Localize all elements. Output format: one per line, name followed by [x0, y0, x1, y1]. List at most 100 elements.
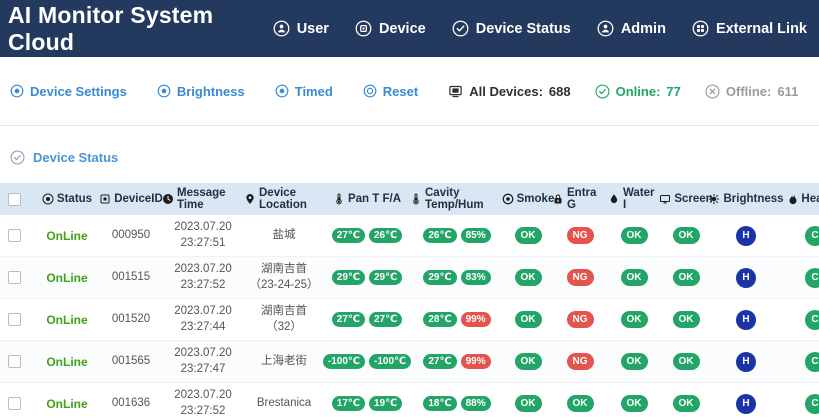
- square-icon: [99, 193, 111, 205]
- admin-icon: [597, 20, 614, 37]
- water-badge: OK: [621, 353, 648, 370]
- cell-cavity: 27℃99%: [410, 341, 504, 382]
- cell-cavity: 18℃88%: [410, 383, 504, 420]
- col-header-smoke: Smoke: [504, 183, 552, 215]
- nav-item-label: Admin: [621, 21, 666, 37]
- col-header-screen: Screen: [660, 183, 712, 215]
- cell-status: OnLine: [34, 215, 100, 256]
- heating-badge: C: [805, 268, 819, 288]
- row-checkbox[interactable]: [8, 271, 21, 284]
- nav-item-label: User: [297, 21, 329, 37]
- cell-message_time: 2023.07.20 23:27:52: [162, 257, 244, 298]
- cell-brightness: H: [712, 383, 780, 420]
- col-header-cavity: Cavity Temp/Hum: [410, 183, 504, 215]
- column-label: Smoke: [517, 193, 555, 205]
- stat-value: 77: [666, 84, 680, 99]
- button-label: Reset: [383, 84, 418, 99]
- thermo-icon: [410, 193, 422, 205]
- table-row: OnLine0015152023.07.20 23:27:52湖南吉首（23-2…: [0, 257, 819, 299]
- heating-badge: C: [805, 310, 819, 330]
- nav-item-user[interactable]: User: [273, 20, 329, 37]
- reset-button[interactable]: Reset: [363, 84, 418, 99]
- smoke-badge: OK: [515, 227, 542, 244]
- cell-smoke: OK: [504, 257, 552, 298]
- sun-icon: [708, 193, 720, 205]
- target-icon: [42, 193, 54, 205]
- cell-water: OK: [608, 215, 660, 256]
- location-value: 湖南吉首（32）: [244, 304, 324, 335]
- external-link-icon: [692, 20, 709, 37]
- column-label: Cavity Temp/Hum: [425, 187, 504, 211]
- cell-screen: OK: [660, 215, 712, 256]
- cell-entra: NG: [552, 299, 608, 340]
- page-title: AI Monitor System Cloud: [8, 2, 273, 56]
- select-all-checkbox[interactable]: [8, 193, 21, 206]
- cell-water: OK: [608, 383, 660, 420]
- device_id-value: 001636: [109, 396, 153, 412]
- col-header-heating: Heating: [780, 183, 819, 215]
- column-label: Device Location: [259, 187, 324, 211]
- device_id-value: 000950: [109, 228, 153, 244]
- column-label: Status: [57, 193, 92, 205]
- app-header: AI Monitor System Cloud User Device Devi…: [0, 0, 819, 57]
- flame-icon: [786, 193, 798, 205]
- col-header-pan: Pan T F/A: [324, 183, 410, 215]
- cavity-pill: 26℃: [423, 228, 456, 243]
- cell-device_id: 001636: [100, 383, 162, 420]
- pan-pill: 27℃: [332, 312, 365, 327]
- water-badge: OK: [621, 395, 648, 412]
- col-header-checkbox: [0, 183, 34, 215]
- nav-item-external-link[interactable]: External Link: [692, 20, 807, 37]
- cell-heating: C: [780, 299, 819, 340]
- table-row: OnLine0015202023.07.20 23:27:44湖南吉首（32）2…: [0, 299, 819, 341]
- screen-icon: [659, 193, 671, 205]
- stat-label: Online:: [616, 84, 661, 99]
- cell-checkbox: [0, 257, 34, 298]
- row-checkbox[interactable]: [8, 313, 21, 326]
- cell-water: OK: [608, 257, 660, 298]
- nav-item-device[interactable]: Device: [355, 20, 426, 37]
- column-label: DeviceID: [114, 193, 163, 205]
- clock-icon: [162, 193, 174, 205]
- col-header-location: Device Location: [244, 183, 324, 215]
- nav-item-label: Device: [379, 21, 426, 37]
- row-checkbox[interactable]: [8, 229, 21, 242]
- nav-item-label: Device Status: [476, 21, 571, 37]
- entra-badge: OK: [567, 395, 594, 412]
- pan-pill: -100℃: [323, 354, 365, 369]
- cell-brightness: H: [712, 341, 780, 382]
- pin-icon: [244, 193, 256, 205]
- timed-button[interactable]: Timed: [275, 84, 333, 99]
- x-circle-icon: [705, 84, 720, 99]
- cell-location: 盐城: [244, 215, 324, 256]
- row-checkbox[interactable]: [8, 355, 21, 368]
- cell-cavity: 29℃83%: [410, 257, 504, 298]
- target-icon: [157, 84, 171, 98]
- location-value: 湖南吉首（23-24-25）: [244, 262, 324, 293]
- main-nav: User Device Device Status Admin External…: [273, 20, 807, 37]
- cell-water: OK: [608, 299, 660, 340]
- cell-smoke: OK: [504, 341, 552, 382]
- device-settings-button[interactable]: Device Settings: [10, 84, 127, 99]
- cell-status: OnLine: [34, 383, 100, 420]
- brightness-badge: H: [736, 352, 756, 372]
- brightness-button[interactable]: Brightness: [157, 84, 245, 99]
- cell-brightness: H: [712, 215, 780, 256]
- cell-entra: NG: [552, 257, 608, 298]
- device_id-value: 001520: [109, 312, 153, 328]
- stat-label: All Devices:: [469, 84, 543, 99]
- cell-device_id: 001565: [100, 341, 162, 382]
- location-value: 上海老街: [258, 354, 310, 370]
- row-checkbox[interactable]: [8, 397, 21, 410]
- status-value: OnLine: [46, 271, 87, 285]
- cell-message_time: 2023.07.20 23:27:51: [162, 215, 244, 256]
- cell-entra: OK: [552, 383, 608, 420]
- table-row: OnLine0015652023.07.20 23:27:47上海老街-100℃…: [0, 341, 819, 383]
- entra-badge: NG: [567, 227, 594, 244]
- nav-item-device-status[interactable]: Device Status: [452, 20, 571, 37]
- cavity-pill: 99%: [461, 312, 491, 327]
- pan-pill: -100℃: [369, 354, 411, 369]
- message_time-value: 2023.07.20 23:27:47: [162, 346, 244, 377]
- nav-item-admin[interactable]: Admin: [597, 20, 666, 37]
- column-label: Water I: [623, 187, 660, 211]
